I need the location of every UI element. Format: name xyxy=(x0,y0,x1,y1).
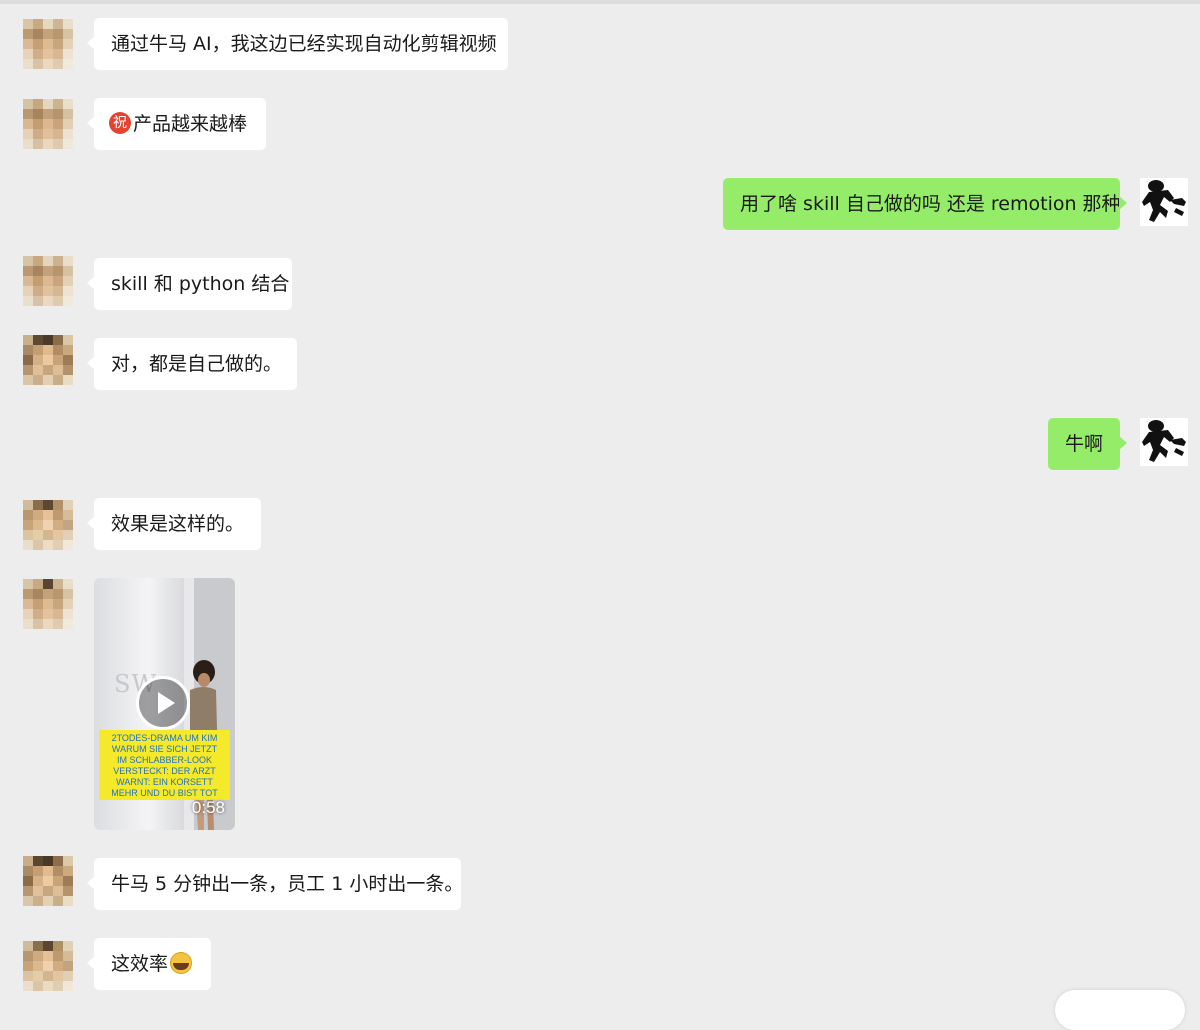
avatar-contact[interactable] xyxy=(23,99,73,149)
laughing-crying-emoji-icon xyxy=(170,951,193,974)
video-duration: 0:58 xyxy=(191,798,225,817)
window-top-divider xyxy=(0,0,1200,4)
play-icon[interactable] xyxy=(136,676,190,730)
avatar-self[interactable] xyxy=(1140,178,1188,226)
message-bubble[interactable]: 牛马 5 分钟出一条，员工 1 小时出一条。 xyxy=(87,858,463,910)
avatar-self[interactable] xyxy=(1140,418,1188,466)
scroll-to-new-messages-button[interactable] xyxy=(1055,990,1185,1030)
running-figure-icon xyxy=(1140,418,1188,466)
message-bubble[interactable]: 对，都是自己做的。 xyxy=(87,338,297,390)
avatar-contact[interactable] xyxy=(23,256,73,306)
message-bubble-self[interactable]: 用了啥 skill 自己做的吗 还是 remotion 那种 xyxy=(723,178,1127,230)
running-figure-icon xyxy=(1140,178,1188,226)
message-bubble[interactable]: 通过牛马 AI，我这边已经实现自动化剪辑视频 xyxy=(87,18,508,70)
message-bubble[interactable]: 这效率 xyxy=(87,938,211,990)
message-bubble[interactable]: 效果是这样的。 xyxy=(87,498,261,550)
congrats-badge-icon: 祝 xyxy=(109,111,131,134)
avatar-contact[interactable] xyxy=(23,335,73,385)
avatar-contact[interactable] xyxy=(23,500,73,550)
message-text: 产品越来越棒 xyxy=(133,113,248,135)
message-bubble[interactable]: 祝产品越来越棒 xyxy=(87,98,266,150)
message-bubble[interactable]: skill 和 python 结合 xyxy=(87,258,292,310)
message-text: 这效率 xyxy=(111,953,169,975)
avatar-contact[interactable] xyxy=(23,941,73,991)
avatar-contact[interactable] xyxy=(23,579,73,629)
avatar-contact[interactable] xyxy=(23,856,73,906)
message-bubble-self[interactable]: 牛啊 xyxy=(1048,418,1127,470)
avatar-contact[interactable] xyxy=(23,19,73,69)
video-caption: 2TODES-DRAMA UM KIM WARUM SIE SICH JETZT… xyxy=(99,730,230,800)
video-message[interactable]: SW 2TODES-DRAMA UM KIM WARUM SIE SICH JE… xyxy=(94,578,235,830)
